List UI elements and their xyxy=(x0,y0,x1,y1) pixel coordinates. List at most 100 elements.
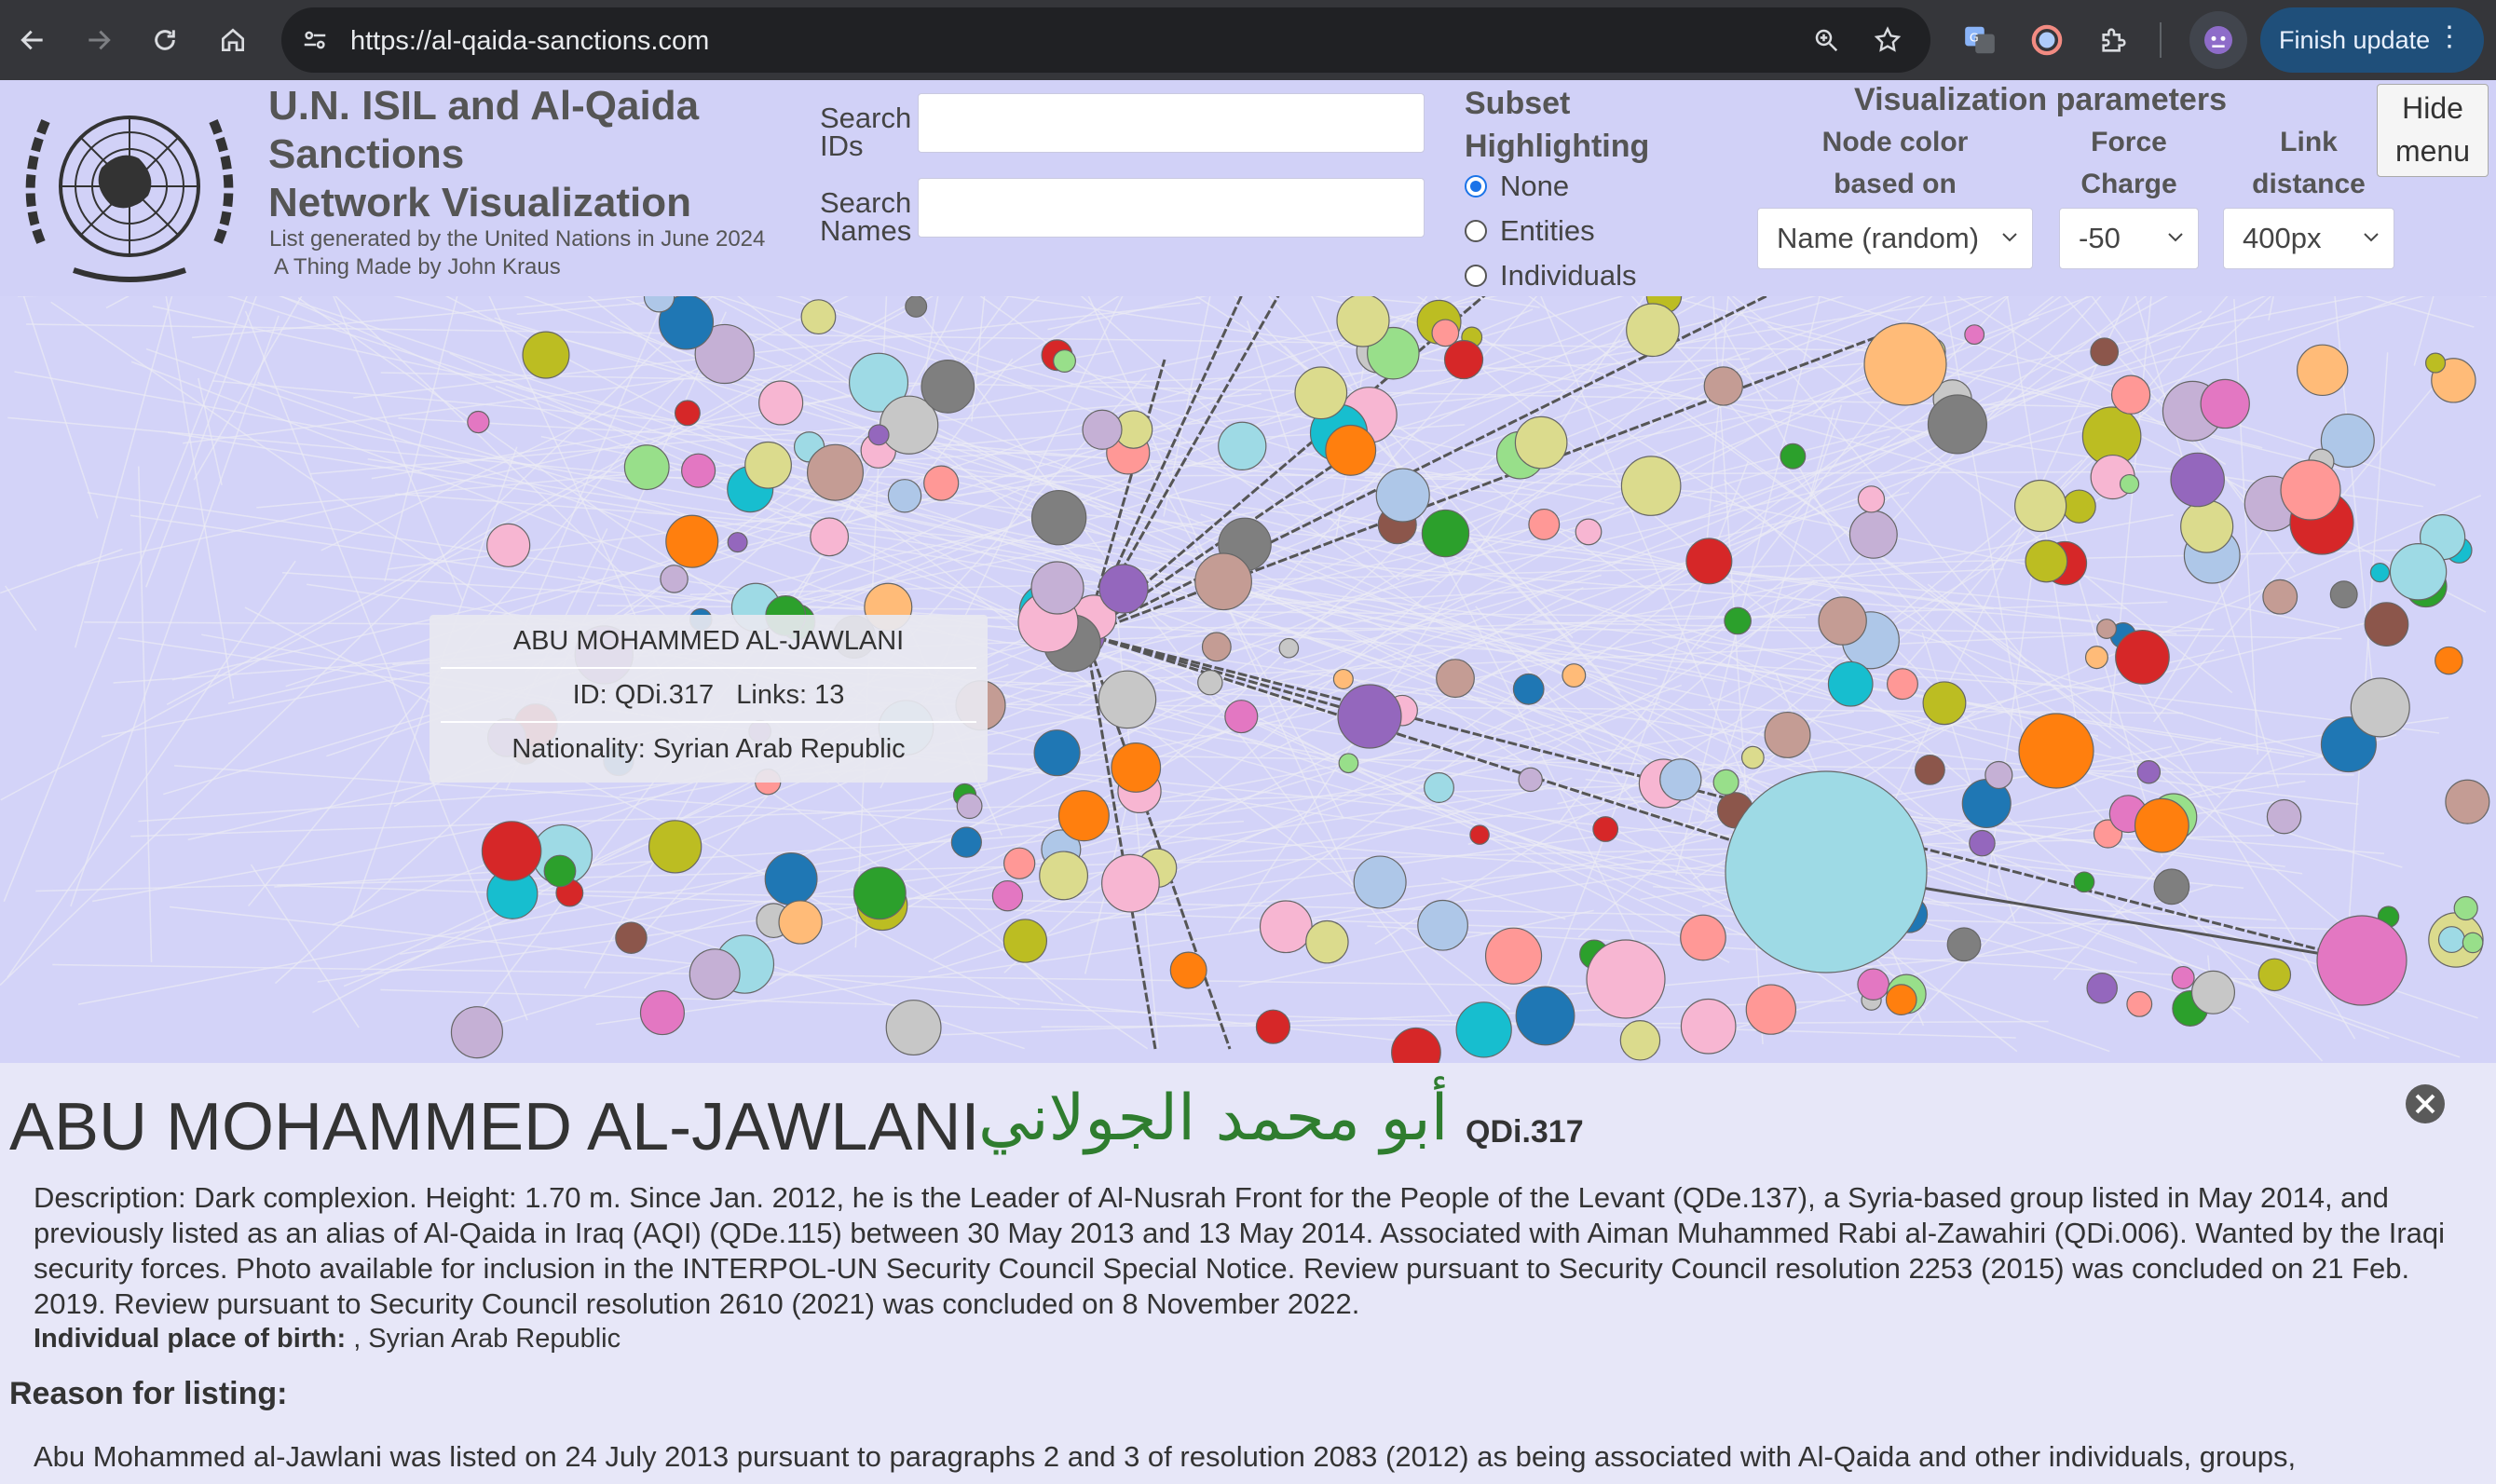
graph-node[interactable] xyxy=(1518,767,1543,793)
graph-node[interactable] xyxy=(1169,951,1207,989)
graph-node[interactable] xyxy=(1484,927,1543,985)
graph-node[interactable] xyxy=(2190,970,2236,1014)
radio-option-individuals[interactable]: Individuals xyxy=(1465,259,1636,293)
graph-node[interactable] xyxy=(1375,468,1430,523)
graph-node[interactable] xyxy=(1922,681,1967,726)
graph-node[interactable] xyxy=(1619,1020,1661,1061)
graph-node[interactable] xyxy=(1336,293,1390,347)
search-names-input[interactable] xyxy=(918,178,1425,238)
graph-node[interactable] xyxy=(885,1000,942,1056)
graph-node[interactable] xyxy=(2170,452,2225,508)
graph-node[interactable] xyxy=(991,879,1024,912)
graph-node[interactable] xyxy=(1353,855,1407,909)
graph-node[interactable] xyxy=(2389,543,2448,601)
graph-node[interactable] xyxy=(806,443,864,501)
graph-node[interactable] xyxy=(2180,499,2234,553)
back-icon[interactable] xyxy=(6,13,60,67)
graph-node[interactable] xyxy=(2115,630,2170,685)
graph-node[interactable] xyxy=(1098,670,1157,729)
graph-node[interactable] xyxy=(1098,564,1149,614)
search-ids-input[interactable] xyxy=(918,93,1425,153)
graph-node[interactable] xyxy=(1002,847,1036,879)
graph-node[interactable] xyxy=(1039,851,1089,901)
radio-button[interactable] xyxy=(1465,220,1487,242)
graph-node[interactable] xyxy=(1259,900,1313,954)
graph-node[interactable] xyxy=(1255,1009,1291,1044)
node-color-select[interactable]: Name (random) xyxy=(1757,208,2033,269)
graph-node[interactable] xyxy=(1562,663,1587,688)
graph-node[interactable] xyxy=(956,793,983,820)
graph-node[interactable] xyxy=(689,948,741,1001)
credit-author-link[interactable]: John Kraus xyxy=(447,254,560,279)
graph-node[interactable] xyxy=(1818,596,1867,646)
graph-node[interactable] xyxy=(1082,409,1123,450)
graph-node[interactable] xyxy=(2062,489,2096,524)
url-text[interactable]: https://al-qaida-sanctions.com xyxy=(350,26,709,57)
force-charge-select[interactable]: -50 xyxy=(2059,208,2199,269)
graph-node[interactable] xyxy=(1514,415,1568,470)
finish-update-button[interactable]: Finish update ⋮ xyxy=(2260,7,2484,73)
graph-node[interactable] xyxy=(1725,770,1928,973)
graph-node[interactable] xyxy=(481,821,542,881)
graph-node[interactable] xyxy=(1626,303,1680,358)
graph-node[interactable] xyxy=(2153,868,2190,905)
graph-node[interactable] xyxy=(660,565,689,593)
graph-node[interactable] xyxy=(2119,473,2140,495)
graph-node[interactable] xyxy=(1827,660,1874,707)
graph-node[interactable] xyxy=(2086,973,2118,1004)
graph-node[interactable] xyxy=(2296,344,2349,397)
graph-node[interactable] xyxy=(1528,508,1561,540)
graph-node[interactable] xyxy=(1294,366,1348,420)
close-icon[interactable] xyxy=(2405,1083,2446,1124)
graph-node[interactable] xyxy=(1885,984,1917,1015)
graph-node[interactable] xyxy=(450,1006,503,1059)
graph-node[interactable] xyxy=(1197,669,1223,696)
graph-node[interactable] xyxy=(1515,986,1575,1046)
graph-node[interactable] xyxy=(1592,816,1619,842)
graph-node[interactable] xyxy=(867,424,890,446)
graph-node[interactable] xyxy=(1337,684,1402,749)
graph-node[interactable] xyxy=(1218,421,1267,471)
graph-node[interactable] xyxy=(1338,753,1359,774)
graph-node[interactable] xyxy=(727,532,748,553)
graph-node[interactable] xyxy=(1915,754,1945,785)
radio-button[interactable] xyxy=(1465,175,1487,197)
graph-node[interactable] xyxy=(2096,619,2118,639)
more-menu-icon[interactable]: ⋮ xyxy=(2435,20,2463,53)
graph-node[interactable] xyxy=(2171,965,2195,989)
graph-node[interactable] xyxy=(2025,539,2068,583)
reload-icon[interactable] xyxy=(138,13,192,67)
extensions-puzzle-icon[interactable] xyxy=(2091,17,2137,63)
graph-node[interactable] xyxy=(1455,1001,1512,1058)
graph-node[interactable] xyxy=(2110,374,2151,415)
graph-node[interactable] xyxy=(800,299,837,335)
graph-node[interactable] xyxy=(2200,378,2250,429)
graph-node[interactable] xyxy=(1424,772,1454,803)
graph-node[interactable] xyxy=(1620,456,1682,516)
graph-node[interactable] xyxy=(1421,509,1470,558)
zoom-icon[interactable] xyxy=(1806,20,1847,61)
graph-node[interactable] xyxy=(905,294,928,318)
graph-node[interactable] xyxy=(1703,366,1743,406)
graph-node[interactable] xyxy=(1002,919,1048,963)
graph-node[interactable] xyxy=(744,441,792,489)
graph-node[interactable] xyxy=(1780,442,1807,470)
graph-node[interactable] xyxy=(1030,489,1087,546)
graph-node[interactable] xyxy=(887,479,922,513)
graph-node[interactable] xyxy=(1863,322,1947,406)
graph-node[interactable] xyxy=(1680,914,1726,961)
graph-node[interactable] xyxy=(2126,990,2153,1017)
hide-menu-button[interactable]: Hide menu xyxy=(2377,84,2489,177)
graph-node[interactable] xyxy=(2364,602,2409,647)
graph-node[interactable] xyxy=(1586,939,1666,1019)
graph-node[interactable] xyxy=(467,410,490,434)
graph-node[interactable] xyxy=(1057,790,1110,842)
graph-node[interactable] xyxy=(2329,580,2358,609)
graph-node[interactable] xyxy=(665,514,719,568)
graph-node[interactable] xyxy=(1443,339,1484,380)
graph-node[interactable] xyxy=(1985,760,2013,790)
graph-node[interactable] xyxy=(1575,518,1603,546)
graph-node[interactable] xyxy=(681,453,716,488)
graph-node[interactable] xyxy=(2435,646,2463,675)
bookmark-star-icon[interactable] xyxy=(1867,20,1908,61)
